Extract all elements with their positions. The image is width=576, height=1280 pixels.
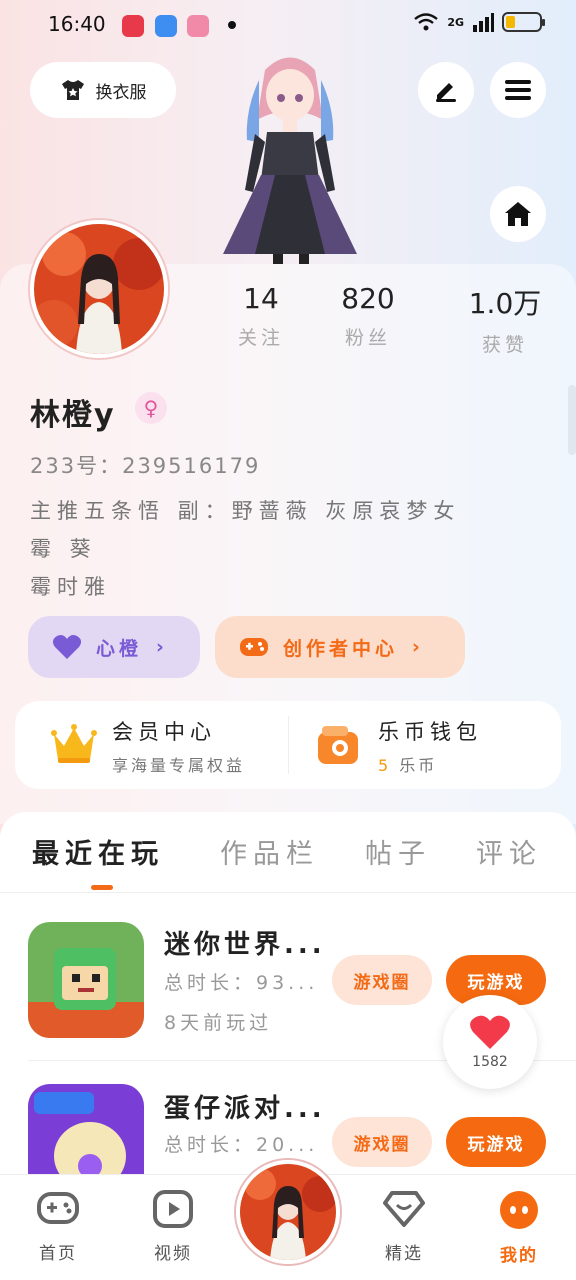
tab-indicator (91, 885, 113, 890)
nav-avatar[interactable] (236, 1160, 340, 1264)
diamond-icon (383, 1191, 425, 1227)
stat-label: 粉丝 (344, 327, 391, 349)
gamepad-icon (37, 1192, 79, 1224)
gamepad-icon (240, 638, 268, 656)
home-icon (505, 202, 531, 226)
chevron-right-icon: › (156, 636, 168, 658)
tab-posts[interactable]: 帖子 (365, 832, 431, 871)
app-notification-icon (155, 15, 177, 37)
nav-label: 我的 (500, 1246, 538, 1266)
notification-dot-icon (228, 21, 236, 29)
wallet-entry[interactable]: 乐币钱包 5 乐币 (378, 716, 482, 776)
like-bubble[interactable]: 1582 (443, 995, 537, 1089)
signal-icon (473, 13, 494, 32)
app-notification-icon (122, 15, 144, 37)
play-game-button[interactable]: 玩游戏 (446, 1117, 546, 1167)
user-id[interactable]: 233号：239516179 (30, 450, 260, 480)
dress-up-label: 换衣服 (95, 82, 147, 103)
edit-button[interactable] (418, 62, 474, 118)
nav-featured[interactable]: 精选 (366, 1190, 442, 1264)
game-icon-mini-world[interactable] (28, 922, 144, 1038)
nav-video[interactable]: 视频 (135, 1190, 211, 1264)
nav-label: 精选 (385, 1244, 423, 1264)
divider (288, 716, 289, 774)
like-count: 1582 (472, 1054, 508, 1070)
home-button[interactable] (490, 186, 546, 242)
nav-mine[interactable]: 我的 (481, 1190, 557, 1266)
profile-face-icon (500, 1191, 538, 1229)
status-time: 16:40 (48, 12, 106, 36)
heart-icon (52, 635, 82, 659)
scrollbar[interactable] (568, 385, 576, 455)
creator-center-button[interactable]: 创作者中心 › (215, 616, 465, 678)
crown-icon (50, 722, 98, 770)
wifi-icon (414, 13, 439, 31)
wallet-amount: 5 (378, 756, 392, 775)
game-last-played: 8天前玩过 (164, 1012, 273, 1034)
creator-center-label: 创作者中心 (283, 637, 399, 660)
wallet-title: 乐币钱包 (378, 720, 482, 744)
heart-icon (470, 1015, 510, 1049)
stat-likes[interactable]: 1.0万 获赞 (450, 282, 560, 357)
profile-avatar[interactable] (30, 220, 168, 358)
dress-up-button[interactable]: 换衣服 (30, 62, 176, 118)
nav-home[interactable]: 首页 (20, 1190, 96, 1264)
status-icons: 2G (413, 12, 545, 32)
wallet-unit: 乐币 (399, 756, 438, 775)
divider (0, 892, 576, 893)
female-icon: ♀ (135, 392, 167, 424)
edit-icon (436, 83, 456, 102)
profile-bio: 主推五条悟 副：野蔷薇 灰原哀梦女 霉 葵 霉时雅 (30, 499, 461, 599)
stat-following[interactable]: 14 关注 (206, 282, 316, 350)
game-circle-button[interactable]: 游戏圈 (332, 955, 432, 1005)
menu-button[interactable] (490, 62, 546, 118)
menu-icon (505, 80, 531, 100)
member-title: 会员中心 (112, 720, 216, 744)
tab-comments[interactable]: 评论 (476, 832, 542, 871)
game-circle-button[interactable]: 游戏圈 (332, 1117, 432, 1167)
dressed-avatar-character[interactable] (215, 50, 365, 264)
stat-label: 获赞 (481, 334, 528, 356)
stat-followers[interactable]: 820 粉丝 (313, 282, 423, 350)
stat-label: 关注 (237, 327, 284, 349)
tab-works[interactable]: 作品栏 (220, 832, 319, 871)
heart-button[interactable]: 心橙 › (28, 616, 200, 678)
stat-value: 14 (243, 282, 279, 315)
profile-name: 林橙y (30, 398, 116, 433)
game-name[interactable]: 蛋仔派对... (164, 1088, 326, 1125)
game-duration: 总时长：93... (164, 972, 319, 994)
network-type: 2G (447, 15, 464, 29)
stat-value: 820 (341, 282, 395, 315)
avatar-photo (34, 224, 164, 354)
tab-recently-played[interactable]: 最近在玩 (32, 832, 164, 871)
game-duration: 总时长：20... (164, 1134, 319, 1156)
nav-label: 首页 (39, 1244, 77, 1264)
battery-icon (502, 12, 545, 32)
member-subtitle: 享海量专属权益 (112, 756, 246, 775)
chevron-right-icon: › (412, 636, 424, 658)
member-center-entry[interactable]: 会员中心 享海量专属权益 (112, 716, 245, 776)
stat-value: 1.0万 (468, 287, 542, 320)
nav-label: 视频 (154, 1244, 192, 1264)
game-name[interactable]: 迷你世界... (164, 924, 326, 961)
heart-label: 心橙 (96, 637, 143, 660)
tshirt-icon (61, 80, 84, 100)
wallet-icon (316, 724, 362, 770)
play-icon (153, 1190, 193, 1228)
app-notification-icon (187, 15, 209, 37)
